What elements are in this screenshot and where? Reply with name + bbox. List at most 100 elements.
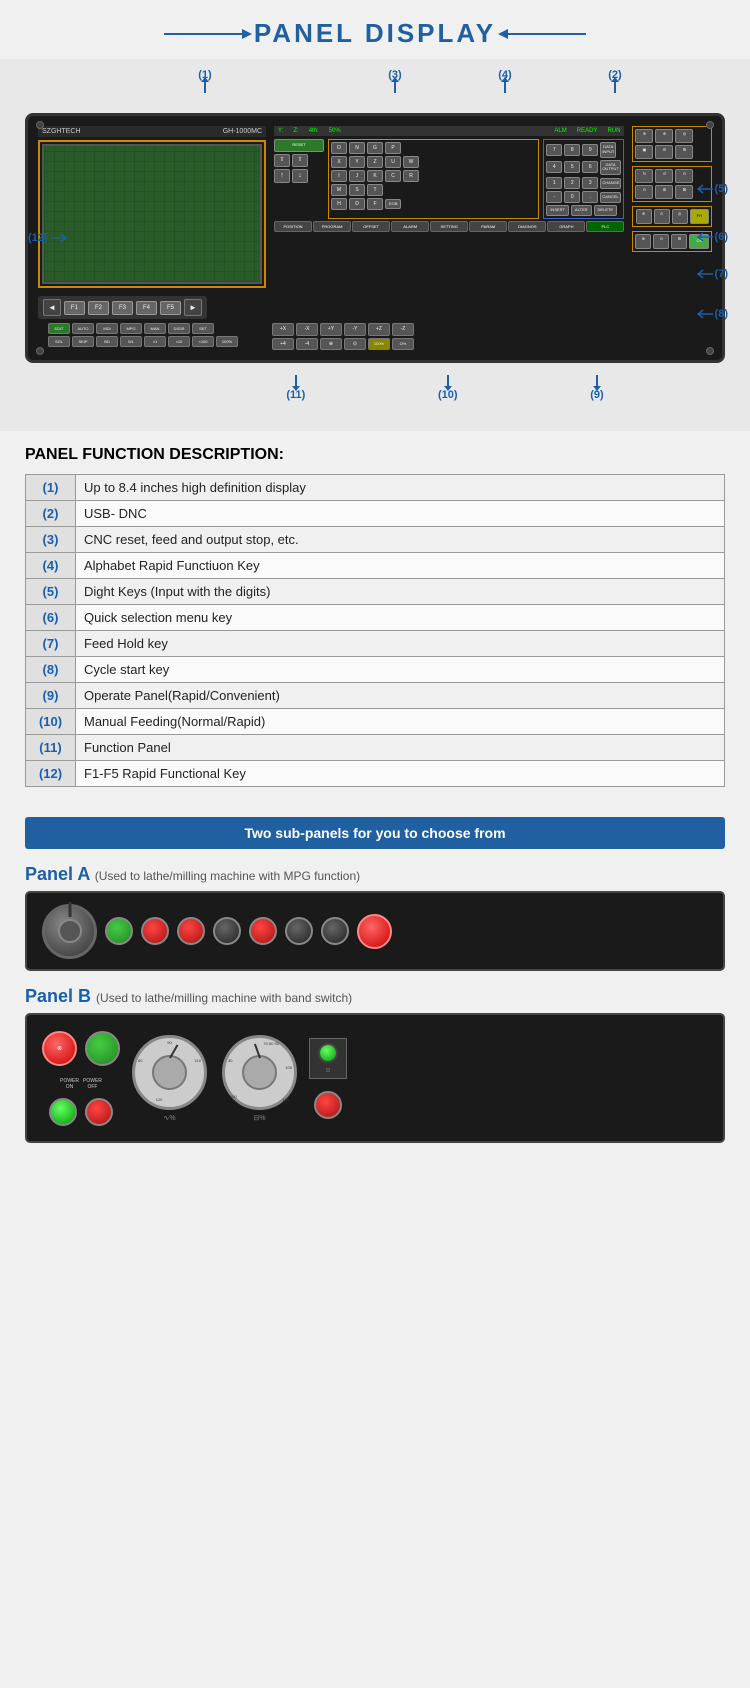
key-g[interactable]: G	[367, 142, 383, 154]
btn-a-black-1[interactable]	[213, 917, 241, 945]
manual-key-12[interactable]: O%	[392, 338, 414, 351]
f3-key[interactable]: F3	[112, 301, 133, 315]
func-single[interactable]: SGL	[48, 336, 70, 347]
key-k[interactable]: K	[367, 170, 383, 182]
f2-key[interactable]: F2	[88, 301, 109, 315]
key-4[interactable]: 4	[546, 161, 562, 173]
func-manual[interactable]: MAN	[144, 323, 166, 334]
manual-key-8[interactable]: -4	[296, 338, 318, 351]
key-2[interactable]: 2	[564, 177, 580, 189]
f4-key[interactable]: F4	[136, 301, 157, 315]
func-x1[interactable]: ×1	[144, 336, 166, 347]
key-u[interactable]: U	[385, 156, 401, 168]
fh-key-4[interactable]: ⊙	[635, 185, 653, 199]
shift-right-key[interactable]: ⇧	[292, 154, 308, 167]
key-m[interactable]: M	[331, 184, 347, 196]
cco-key[interactable]: ⊙	[654, 209, 670, 224]
key-1[interactable]: 1	[546, 177, 562, 189]
cs-key-1[interactable]: ⊕	[635, 234, 651, 249]
btn-a-black-3[interactable]	[321, 917, 349, 945]
key-dot[interactable]: .	[582, 191, 598, 203]
arrow-right-btn[interactable]: ►	[184, 299, 202, 316]
manual-key-6[interactable]: -Z	[392, 323, 414, 336]
key-x[interactable]: X	[331, 156, 347, 168]
key-offset[interactable]: OFFSET	[352, 221, 390, 232]
key-f[interactable]: F	[367, 198, 383, 210]
key-parameter[interactable]: PARAM	[469, 221, 507, 232]
down-key[interactable]: ↓	[292, 169, 308, 183]
func-bd[interactable]: BD	[96, 336, 118, 347]
key-insert[interactable]: INSERT	[546, 205, 569, 216]
fh-key-1[interactable]: ↻	[635, 169, 653, 183]
btn-a-red-3[interactable]	[249, 917, 277, 945]
key-data-output[interactable]: DATAOUTPUT	[600, 160, 620, 176]
func-100pct[interactable]: 100%	[216, 336, 238, 347]
func-auto[interactable]: AUTO	[72, 323, 94, 334]
key-cancel[interactable]: CANCEL	[600, 192, 620, 203]
btn-a-red-1[interactable]	[141, 917, 169, 945]
key-0[interactable]: 0	[564, 191, 580, 203]
emergency-stop[interactable]: ⊗	[42, 1031, 77, 1066]
key-h[interactable]: H	[331, 198, 347, 210]
func-dssr[interactable]: DSSR	[168, 323, 190, 334]
key-c[interactable]: C	[385, 170, 401, 182]
up-key[interactable]: ↑	[274, 169, 290, 183]
op-key-5[interactable]: ☰	[655, 145, 673, 159]
orq-key[interactable]: ◎	[672, 209, 688, 224]
key-z[interactable]: Z	[367, 156, 383, 168]
key-j[interactable]: J	[349, 170, 365, 182]
key-6[interactable]: 6	[582, 161, 598, 173]
key-data-input[interactable]: DATAINPUT	[600, 142, 616, 158]
key-3[interactable]: 3	[582, 177, 598, 189]
manual-key-3[interactable]: +Y	[320, 323, 342, 336]
key-s[interactable]: S	[349, 184, 365, 196]
key-5[interactable]: 5	[564, 161, 580, 173]
feed-hold-main[interactable]: FH	[690, 209, 709, 224]
key-position[interactable]: POSITION	[274, 221, 312, 232]
manual-key-5[interactable]: +Z	[368, 323, 390, 336]
op-key-2[interactable]: ⊕	[655, 129, 673, 143]
btn-a-red-2[interactable]	[177, 917, 205, 945]
op-key-6[interactable]: ⊞	[675, 145, 693, 159]
op-key-3[interactable]: ◎	[675, 129, 693, 143]
btn-b-right-red[interactable]	[314, 1091, 342, 1119]
key-eob[interactable]: EOB	[385, 199, 401, 210]
key-minus[interactable]: -	[546, 191, 562, 203]
fh-key-6[interactable]: ⊠	[675, 185, 693, 199]
op-key-1[interactable]: ⊕	[635, 129, 653, 143]
key-7[interactable]: 7	[546, 144, 562, 156]
key-alarm[interactable]: ALARM	[391, 221, 429, 232]
btn-a-green-1[interactable]	[105, 917, 133, 945]
btn-b-green-sm[interactable]	[49, 1098, 77, 1126]
func-mpg[interactable]: MPG	[120, 323, 142, 334]
key-d[interactable]: D	[349, 198, 365, 210]
func-mdi[interactable]: MDI	[96, 323, 118, 334]
key-t[interactable]: T	[367, 184, 383, 196]
manual-key-7[interactable]: +4	[272, 338, 294, 351]
func-skip[interactable]: SKIP	[72, 336, 94, 347]
func-x100[interactable]: ×100	[192, 336, 214, 347]
change-s-key[interactable]: ⊕	[636, 209, 652, 224]
func-wl[interactable]: WL	[120, 336, 142, 347]
key-n[interactable]: N	[349, 142, 365, 154]
cs-key-2[interactable]: ⊙	[653, 234, 669, 249]
btn-a-black-2[interactable]	[285, 917, 313, 945]
fh-key-2[interactable]: ↺	[655, 169, 673, 183]
key-alter[interactable]: ALTER	[571, 205, 592, 216]
arrow-left-btn[interactable]: ◄	[43, 299, 61, 316]
fh-key-5[interactable]: ⊞	[655, 185, 673, 199]
manual-key-9[interactable]: ⊕	[320, 338, 342, 351]
f5-key[interactable]: F5	[160, 301, 181, 315]
op-key-4[interactable]: ▣	[635, 145, 653, 159]
f1-key[interactable]: F1	[64, 301, 85, 315]
func-x10[interactable]: ×10	[168, 336, 190, 347]
manual-key-4[interactable]: -Y	[344, 323, 366, 336]
key-p[interactable]: P	[385, 142, 401, 154]
manual-key-1[interactable]: +X	[272, 323, 294, 336]
key-diagnos[interactable]: DIAGNOS	[508, 221, 546, 232]
key-y[interactable]: Y	[349, 156, 365, 168]
func-edit[interactable]: EDIT	[48, 323, 70, 334]
btn-b-red-sm[interactable]	[85, 1098, 113, 1126]
shift-key[interactable]: ⇧	[274, 154, 290, 167]
key-change[interactable]: CHANGE	[600, 178, 621, 189]
